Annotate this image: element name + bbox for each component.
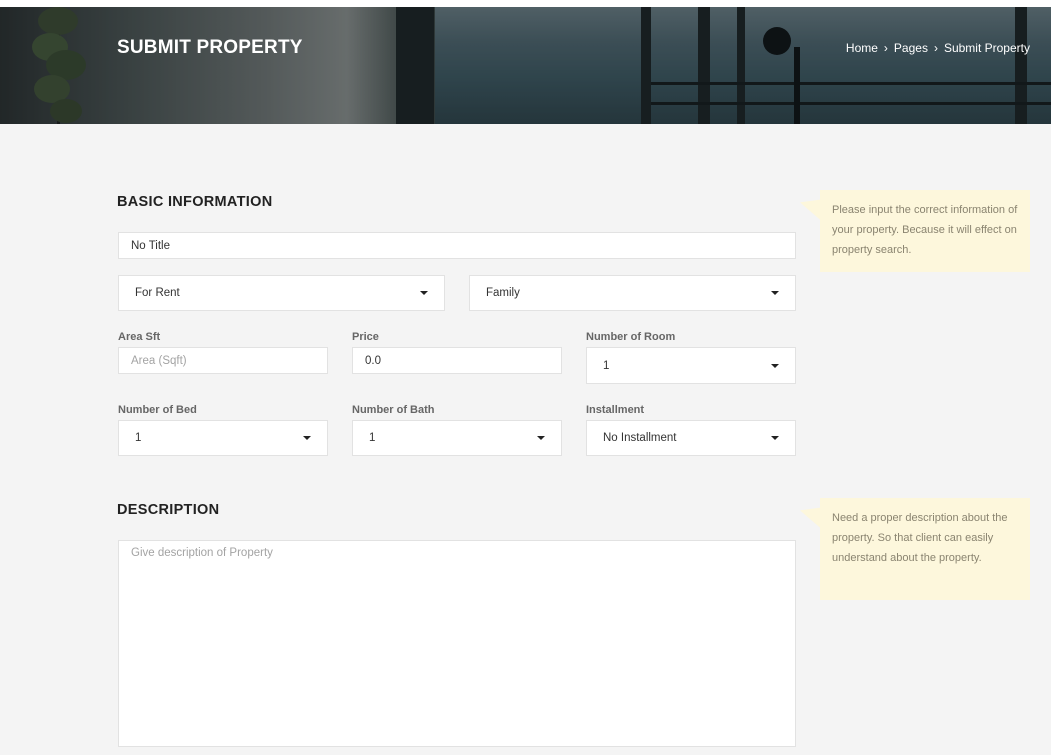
rooms-value: 1 — [603, 359, 610, 372]
category-value: Family — [486, 287, 520, 299]
chevron-right-icon: › — [883, 41, 888, 55]
area-input[interactable]: Area (Sqft) — [118, 347, 328, 374]
banner-overlay — [0, 7, 1051, 124]
breadcrumb: Home › Pages › Submit Property — [846, 41, 1030, 55]
breadcrumb-current: Submit Property — [943, 41, 1030, 55]
description-tip: Need a proper description about the prop… — [820, 498, 1030, 600]
bath-value: 1 — [369, 432, 376, 444]
caret-down-icon — [420, 291, 428, 295]
installment-label: Installment — [586, 404, 645, 416]
basic-info-tip: Please input the correct information of … — [820, 190, 1030, 272]
caret-down-icon — [303, 436, 311, 440]
top-strip — [0, 0, 1051, 7]
bath-select[interactable]: 1 — [352, 420, 562, 456]
chevron-right-icon: › — [933, 41, 938, 55]
rooms-label: Number of Room — [586, 331, 676, 343]
title-input[interactable]: No Title — [118, 232, 796, 259]
caret-down-icon — [537, 436, 545, 440]
rooms-select[interactable]: 1 — [586, 347, 796, 384]
installment-select[interactable]: No Installment — [586, 420, 796, 456]
caret-down-icon — [771, 291, 779, 295]
price-label: Price — [352, 331, 379, 343]
caret-down-icon — [771, 363, 779, 368]
listing-type-select[interactable]: For Rent — [118, 275, 445, 311]
bed-value: 1 — [135, 432, 142, 444]
description-heading: DESCRIPTION — [117, 502, 220, 518]
bed-label: Number of Bed — [118, 404, 197, 416]
bath-label: Number of Bath — [352, 404, 435, 416]
area-label: Area Sft — [118, 331, 161, 343]
listing-type-value: For Rent — [135, 287, 180, 299]
breadcrumb-pages[interactable]: Pages — [894, 41, 928, 55]
bed-select[interactable]: 1 — [118, 420, 328, 456]
page-title: SUBMIT PROPERTY — [117, 37, 303, 58]
breadcrumb-home[interactable]: Home — [846, 41, 878, 55]
description-textarea[interactable]: Give description of Property — [118, 540, 796, 747]
caret-down-icon — [771, 436, 779, 440]
installment-value: No Installment — [603, 432, 677, 444]
page-banner — [0, 7, 1051, 124]
price-input[interactable]: 0.0 — [352, 347, 562, 374]
category-select[interactable]: Family — [469, 275, 796, 311]
basic-information-heading: BASIC INFORMATION — [117, 194, 273, 210]
